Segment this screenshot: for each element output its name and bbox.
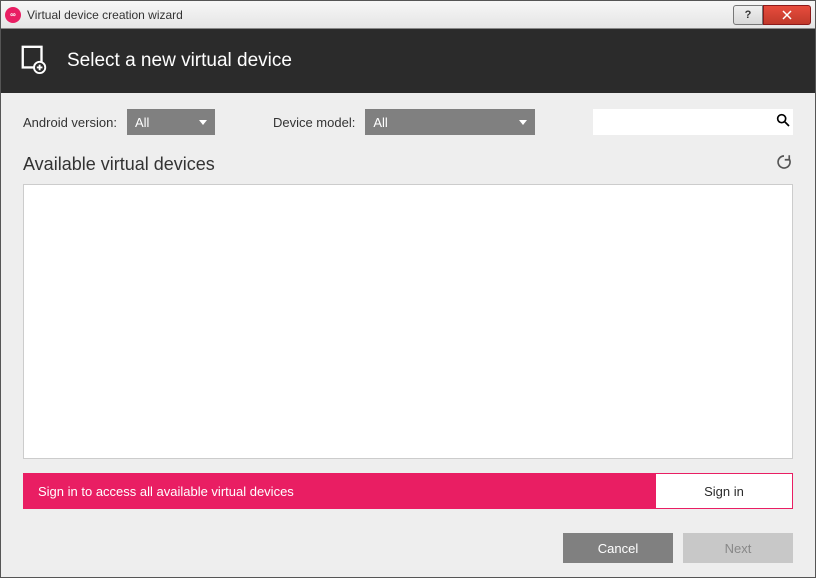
- list-title: Available virtual devices: [23, 154, 215, 175]
- titlebar-controls: ?: [733, 5, 811, 25]
- android-version-value: All: [135, 115, 149, 130]
- footer: Cancel Next: [1, 519, 815, 577]
- signin-button[interactable]: Sign in: [656, 474, 792, 508]
- next-button[interactable]: Next: [683, 533, 793, 563]
- window-title: Virtual device creation wizard: [27, 8, 733, 22]
- refresh-icon[interactable]: [775, 153, 793, 176]
- chevron-down-icon: [199, 120, 207, 125]
- search-box[interactable]: [593, 109, 793, 135]
- app-icon: ∞: [5, 7, 21, 23]
- page-title: Select a new virtual device: [67, 50, 292, 72]
- filter-row: Android version: All Device model: All: [23, 109, 793, 135]
- content-area: Android version: All Device model: All A…: [1, 93, 815, 519]
- list-header: Available virtual devices: [23, 153, 793, 176]
- device-model-value: All: [373, 115, 387, 130]
- chevron-down-icon: [519, 120, 527, 125]
- device-model-label: Device model:: [273, 115, 355, 130]
- search-input[interactable]: [599, 115, 775, 130]
- titlebar: ∞ Virtual device creation wizard ?: [1, 1, 815, 29]
- wizard-header: Select a new virtual device: [1, 29, 815, 93]
- android-version-select[interactable]: All: [127, 109, 215, 135]
- device-add-icon: [19, 44, 49, 79]
- signin-message: Sign in to access all available virtual …: [38, 484, 656, 499]
- cancel-button[interactable]: Cancel: [563, 533, 673, 563]
- help-button[interactable]: ?: [733, 5, 763, 25]
- wizard-window: ∞ Virtual device creation wizard ? Selec…: [0, 0, 816, 578]
- signin-banner: Sign in to access all available virtual …: [23, 473, 793, 509]
- search-icon[interactable]: [775, 112, 791, 133]
- device-list[interactable]: [23, 184, 793, 459]
- android-version-label: Android version:: [23, 115, 117, 130]
- close-button[interactable]: [763, 5, 811, 25]
- device-model-select[interactable]: All: [365, 109, 535, 135]
